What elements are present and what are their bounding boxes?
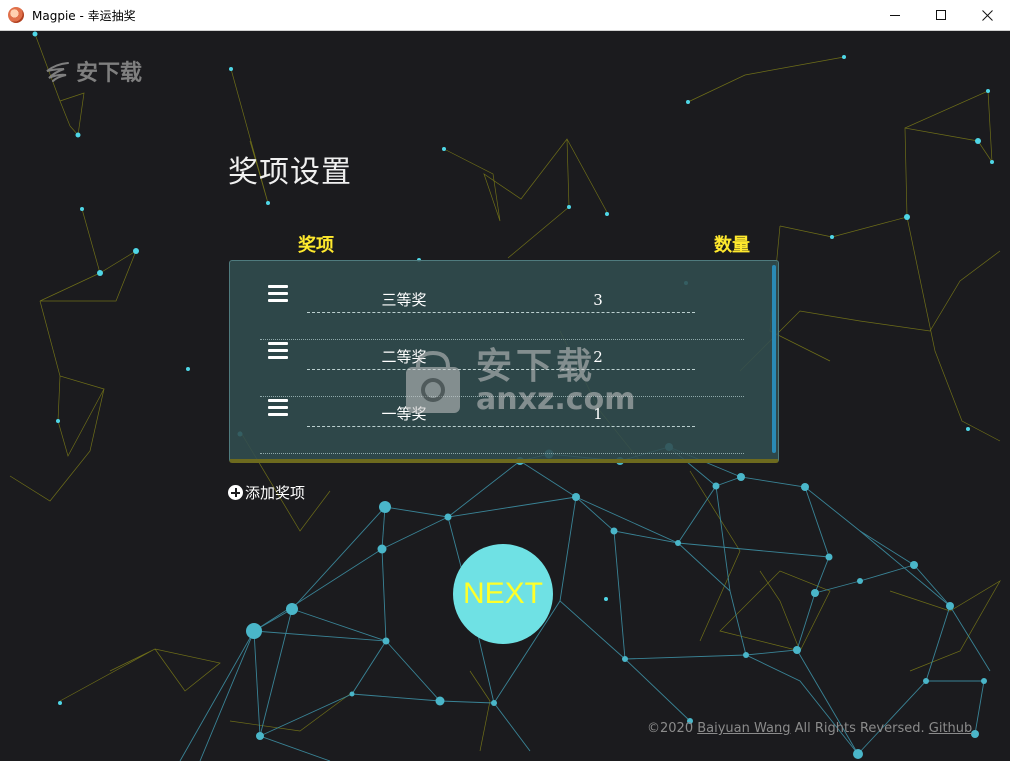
panel-scrollbar[interactable] <box>772 265 776 453</box>
drag-handle-icon[interactable] <box>268 285 288 303</box>
watermark-en: anxz.com <box>476 382 636 417</box>
next-button[interactable]: NEXT <box>453 544 553 644</box>
site-logo: 安下载 <box>44 55 142 87</box>
watermark-cn: 安下载 <box>476 346 597 387</box>
window-controls <box>872 0 1010 31</box>
add-prize-button[interactable]: 添加奖项 <box>228 482 305 503</box>
footer-prefix: ©2020 <box>647 721 698 736</box>
window-titlebar: Magpie - 幸运抽奖 <box>0 0 1010 31</box>
watermark: 安下载 anxz.com <box>398 347 635 417</box>
lottery-stage: 安下载 奖项设置 奖项 数量 添加奖项 <box>0 31 1010 761</box>
magpie-app-icon <box>8 7 24 23</box>
minimize-icon <box>889 15 900 16</box>
plus-circle-icon <box>228 485 243 500</box>
column-header-quantity: 数量 <box>714 235 750 256</box>
page-title: 奖项设置 <box>228 155 352 190</box>
close-icon <box>981 10 993 21</box>
drag-handle-icon[interactable] <box>268 342 288 360</box>
shopping-bag-icon <box>406 350 460 413</box>
maximize-icon <box>935 10 946 20</box>
author-link[interactable]: Baiyuan Wang <box>697 721 790 736</box>
prize-name-input[interactable] <box>307 287 501 313</box>
prize-quantity-input[interactable] <box>501 287 695 313</box>
drag-handle-icon[interactable] <box>268 399 288 417</box>
close-button[interactable] <box>964 0 1010 31</box>
prize-row <box>260 283 744 340</box>
window-title: Magpie - 幸运抽奖 <box>32 8 136 23</box>
add-prize-label: 添加奖项 <box>245 484 306 502</box>
bird-wing-icon <box>46 62 69 82</box>
footer-copyright: ©2020 Baiyuan Wang All Rights Reversed. … <box>647 721 972 736</box>
watermark-text: 安下载 anxz.com <box>476 349 635 415</box>
minimize-button[interactable] <box>872 0 918 31</box>
footer-middle: All Rights Reversed. <box>790 721 929 736</box>
github-link[interactable]: Github <box>929 721 973 736</box>
logo-text: 安下载 <box>76 61 143 86</box>
column-header-prize: 奖项 <box>298 235 334 256</box>
maximize-button[interactable] <box>918 0 964 31</box>
